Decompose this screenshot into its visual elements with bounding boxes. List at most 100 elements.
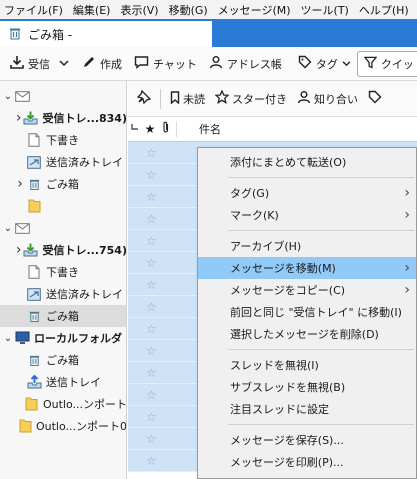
folder-tree-item[interactable]: 送信済みトレイ bbox=[0, 151, 126, 173]
folder-tree-item[interactable]: Outlo...ンポート bbox=[0, 393, 126, 415]
contact-filter-button[interactable]: 知り合い bbox=[294, 90, 361, 107]
pin-filter-button[interactable] bbox=[134, 89, 154, 107]
context-menu-item[interactable]: 添付にまとめて転送(O) bbox=[198, 151, 416, 173]
star-toggle-icon[interactable]: ☆ bbox=[146, 256, 157, 270]
star-toggle-icon[interactable]: ☆ bbox=[146, 234, 157, 248]
menu-item[interactable]: ヘルプ(H) bbox=[359, 2, 409, 18]
star-toggle-icon[interactable]: ☆ bbox=[146, 212, 157, 226]
paperclip-icon bbox=[162, 121, 170, 137]
context-menu-item[interactable]: メッセージをコピー(C) › bbox=[198, 279, 416, 301]
star-column-header[interactable]: ★ bbox=[142, 117, 158, 141]
context-menu-item-label: 前回と同じ "受信トレイ" に移動(I) bbox=[230, 306, 402, 319]
menu-bar: ファイル(F) 編集(E) 表示(V) 移動(G) メッセージ(M) ツール(T) ヘルプ(… bbox=[0, 0, 417, 19]
folder-tree-item[interactable]: ⌄ ローカルフォルダ bbox=[0, 327, 126, 349]
menu-item[interactable]: 表示(V) bbox=[120, 2, 158, 18]
star-toggle-icon[interactable]: ☆ bbox=[146, 344, 157, 358]
context-menu-item[interactable]: 前回と同じ "受信トレイ" に移動(I) bbox=[198, 301, 416, 323]
receive-button[interactable]: 受信 bbox=[4, 51, 56, 77]
context-menu-item-label: サブスレッドを無視(B) bbox=[230, 381, 346, 394]
tag-button[interactable]: タグ bbox=[292, 51, 357, 77]
chevron-down-icon bbox=[59, 57, 69, 70]
quickfilter-button[interactable]: クイッ bbox=[356, 50, 417, 77]
star-toggle-icon[interactable]: ☆ bbox=[146, 300, 157, 314]
outbox-icon bbox=[26, 375, 42, 389]
context-menu-item[interactable]: メッセージを移動(M) › bbox=[198, 257, 416, 279]
star-toggle-icon[interactable]: ☆ bbox=[146, 388, 157, 402]
folder-tree-item[interactable]: › 受信トレ...754) bbox=[0, 239, 126, 261]
chevron-right-icon[interactable]: › bbox=[14, 242, 23, 258]
trash-icon bbox=[26, 309, 42, 323]
star-toggle-icon[interactable]: ☆ bbox=[146, 146, 157, 160]
menu-item[interactable]: ファイル(F) bbox=[4, 2, 63, 18]
context-menu-item[interactable]: マーク(K) › bbox=[198, 204, 416, 226]
main-toolbar: 受信 作成 チャット アドレス帳 タグ クイッ bbox=[0, 47, 417, 81]
folder-tree-item[interactable] bbox=[0, 195, 126, 217]
star-toggle-icon[interactable]: ☆ bbox=[146, 432, 157, 446]
chat-button[interactable]: チャット bbox=[128, 51, 203, 77]
chevron-right-icon[interactable]: › bbox=[14, 110, 23, 126]
trash-icon bbox=[26, 177, 42, 191]
addressbook-button[interactable]: アドレス帳 bbox=[203, 51, 288, 77]
compose-button[interactable]: 作成 bbox=[76, 51, 128, 77]
message-list-header: ★ 件名 bbox=[128, 117, 417, 142]
star-toggle-icon[interactable]: ☆ bbox=[146, 410, 157, 424]
star-toggle-icon[interactable]: ☆ bbox=[146, 168, 157, 182]
subject-column-label: 件名 bbox=[199, 123, 221, 136]
computer-icon bbox=[14, 331, 30, 345]
star-toggle-icon[interactable]: ☆ bbox=[146, 454, 157, 468]
unread-filter-button[interactable]: 未読 bbox=[167, 90, 208, 107]
folder-tree-item[interactable]: 下書き bbox=[0, 261, 126, 283]
chat-label: チャット bbox=[153, 57, 197, 71]
star-toggle-icon[interactable]: ☆ bbox=[146, 278, 157, 292]
context-menu-item-label: スレッドを無視(I) bbox=[230, 359, 319, 372]
context-menu-item-label: アーカイブ(H) bbox=[230, 240, 302, 253]
folder-tree-item[interactable]: ごみ箱 bbox=[0, 305, 126, 327]
chevron-right-icon[interactable]: › bbox=[14, 176, 26, 192]
menu-item[interactable]: 編集(E) bbox=[73, 2, 111, 18]
folder-label: ごみ箱 bbox=[46, 178, 79, 191]
menu-item[interactable]: 移動(G) bbox=[169, 2, 208, 18]
menu-item[interactable]: メッセージ(M) bbox=[218, 2, 291, 18]
context-menu-item[interactable]: 選択したメッセージを削除(D) bbox=[198, 323, 416, 345]
folder-label: 下書き bbox=[46, 134, 79, 147]
context-menu-item[interactable]: メッセージを保存(S)... bbox=[198, 429, 416, 451]
compose-label: 作成 bbox=[100, 57, 122, 71]
folder-tree-item[interactable]: ごみ箱 bbox=[0, 349, 126, 371]
chevron-down-icon[interactable]: ⌄ bbox=[2, 223, 14, 234]
tag-filter-button[interactable] bbox=[365, 90, 385, 107]
starred-filter-button[interactable]: スター付き bbox=[212, 89, 290, 107]
addressbook-label: アドレス帳 bbox=[226, 57, 282, 71]
folder-tree-item[interactable]: ⌄ bbox=[0, 85, 126, 107]
context-menu-item[interactable]: メッセージを印刷(P)... bbox=[198, 451, 416, 473]
folder-tree-item[interactable]: › ごみ箱 bbox=[0, 173, 126, 195]
context-menu-item[interactable]: 注目スレッドに設定 bbox=[198, 398, 416, 420]
folder-tree-item[interactable]: › 受信トレ...834) bbox=[0, 107, 126, 129]
thread-column-header[interactable] bbox=[128, 117, 142, 141]
context-menu-item[interactable]: スレッドを無視(I) bbox=[198, 354, 416, 376]
star-toggle-icon[interactable]: ☆ bbox=[146, 366, 157, 380]
star-toggle-icon[interactable]: ☆ bbox=[146, 190, 157, 204]
folder-tree-item[interactable]: 送信トレイ bbox=[0, 371, 126, 393]
context-menu-item-label: メッセージを印刷(P)... bbox=[230, 456, 344, 469]
receive-dropdown-button[interactable] bbox=[56, 51, 72, 77]
folder-label: 送信トレイ bbox=[46, 376, 101, 389]
quick-filter-bar: 未読 スター付き 知り合い bbox=[128, 81, 417, 117]
chevron-down-icon[interactable]: ⌄ bbox=[2, 333, 14, 344]
toolbar-divider bbox=[160, 88, 161, 109]
folder-tree-item[interactable]: 送信済みトレイ bbox=[0, 283, 126, 305]
subject-column-header[interactable]: 件名 bbox=[179, 117, 221, 141]
folder-tree-item[interactable]: ⌄ bbox=[0, 217, 126, 239]
attachment-column-header[interactable] bbox=[158, 117, 174, 141]
context-menu-item[interactable]: サブスレッドを無視(B) bbox=[198, 376, 416, 398]
folder-tree-item[interactable]: Outlo...ンポート0 bbox=[0, 415, 126, 437]
context-menu-item[interactable]: アーカイブ(H) bbox=[198, 235, 416, 257]
chevron-down-icon[interactable]: ⌄ bbox=[2, 91, 14, 102]
tab-trash[interactable]: ごみ箱 - bbox=[0, 21, 212, 47]
drafts-icon bbox=[26, 265, 42, 279]
menu-separator bbox=[228, 177, 414, 178]
menu-item[interactable]: ツール(T) bbox=[301, 2, 349, 18]
context-menu: 添付にまとめて転送(O) タグ(G) › マーク(K) › アーカイブ(H) メッセージを移… bbox=[197, 147, 417, 479]
star-toggle-icon[interactable]: ☆ bbox=[146, 322, 157, 336]
folder-tree-item[interactable]: 下書き bbox=[0, 129, 126, 151]
context-menu-item[interactable]: タグ(G) › bbox=[198, 182, 416, 204]
